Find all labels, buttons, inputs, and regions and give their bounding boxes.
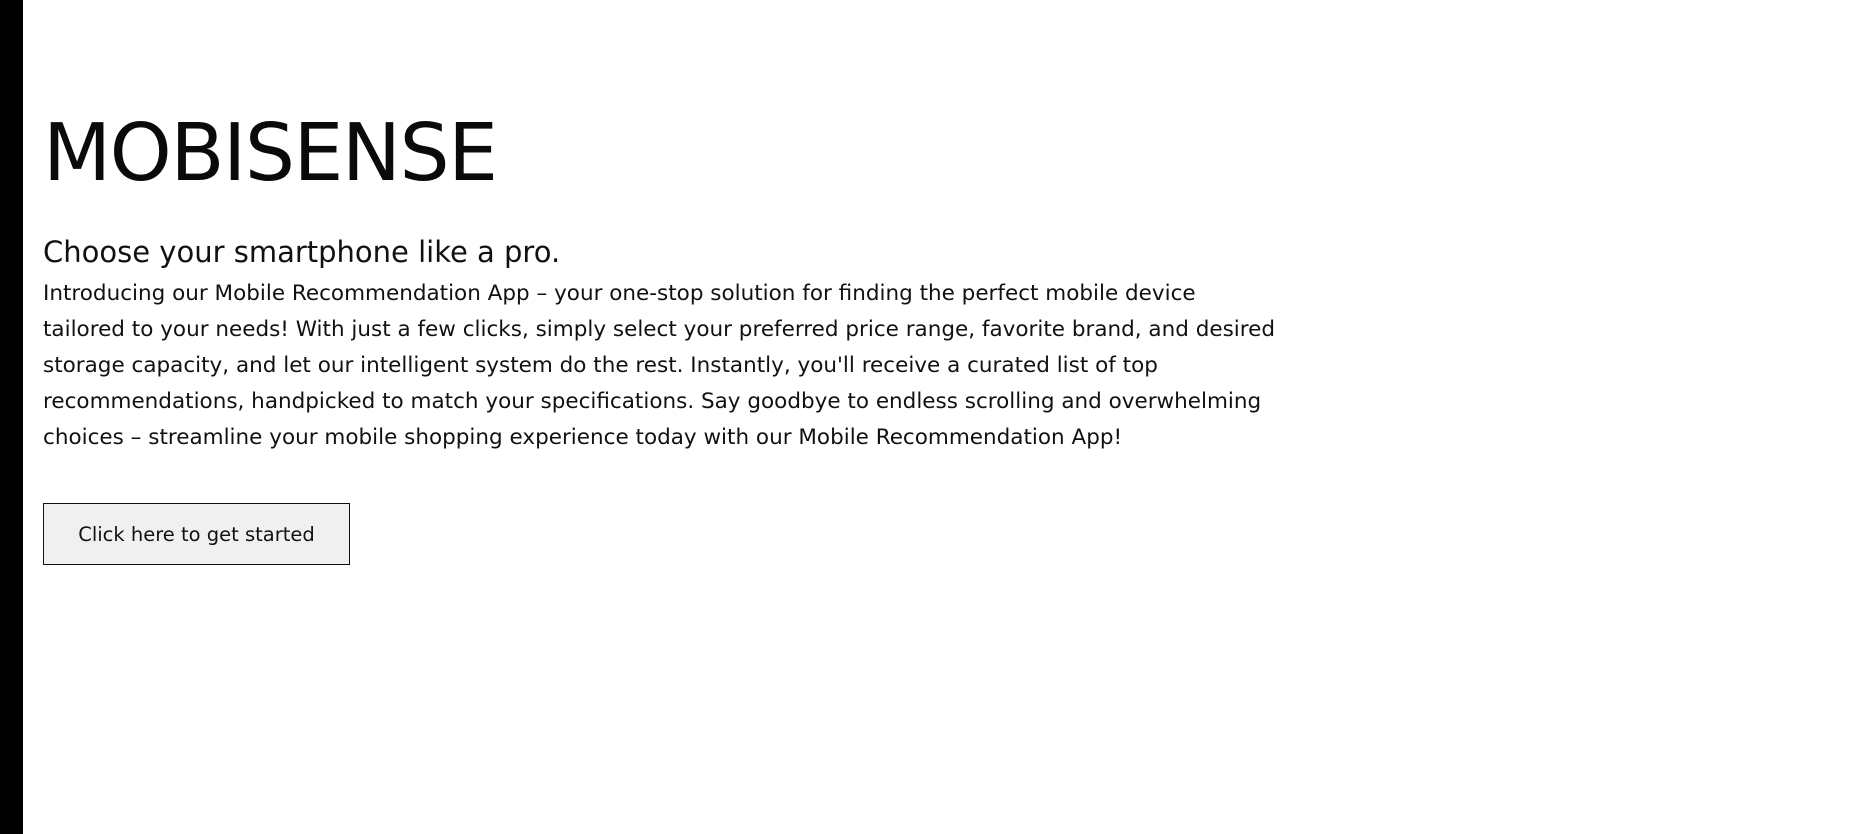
get-started-button[interactable]: Click here to get started (43, 503, 350, 565)
app-description: Introducing our Mobile Recommendation Ap… (43, 281, 1276, 450)
landing-page: MOBISENSE Choose your smartphone like a … (0, 0, 1868, 834)
tagline: Choose your smartphone like a pro. (43, 235, 561, 269)
left-edge-bar (0, 0, 23, 834)
brand-title: MOBISENSE (43, 107, 498, 199)
hero-section: MOBISENSE Choose your smartphone like a … (43, 104, 1283, 565)
